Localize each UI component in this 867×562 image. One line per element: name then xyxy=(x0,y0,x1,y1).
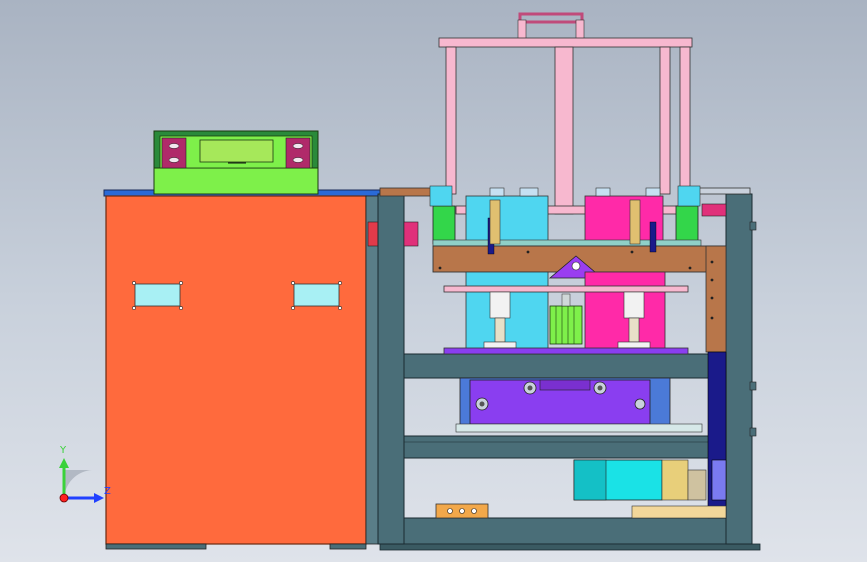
guide-plate-top-strip xyxy=(432,239,702,247)
left-column xyxy=(377,193,405,545)
pink-handle-stem-right xyxy=(575,19,585,41)
purple-bottom-plate xyxy=(443,347,689,355)
z-axis-label: Z xyxy=(104,486,111,497)
cabinet-foot-right xyxy=(329,543,367,550)
pink-top-bar xyxy=(438,37,693,48)
base-foot xyxy=(379,543,761,551)
pink-handle xyxy=(518,12,584,24)
pink-leg-2 xyxy=(554,46,574,215)
piston-left-rod xyxy=(494,317,506,343)
pink-upper-plate xyxy=(443,285,689,293)
top-bracket-left xyxy=(379,187,436,197)
top-bracket-right xyxy=(693,187,751,195)
cabinet-side-red xyxy=(367,221,379,247)
display-bracket-left xyxy=(161,137,187,169)
lower-die-base xyxy=(455,423,703,433)
pink-leg-4 xyxy=(679,46,691,195)
display-base xyxy=(153,167,319,195)
motor-mount-plate xyxy=(631,505,727,519)
pink-handle-stem-left xyxy=(517,19,527,41)
display-panel xyxy=(153,130,319,195)
punch-module xyxy=(443,271,689,355)
lower-beam xyxy=(403,435,727,459)
triad-arc xyxy=(64,470,92,498)
cyan-block-left xyxy=(465,195,549,243)
y-axis-label: Y xyxy=(59,445,67,456)
middle-beam xyxy=(403,353,727,379)
display-bracket-right xyxy=(285,137,311,169)
cabinet-side-panel xyxy=(365,195,379,545)
control-cabinet xyxy=(103,189,381,550)
brown-side-bar xyxy=(705,245,727,353)
piston-left xyxy=(489,291,511,319)
motor-end-cap xyxy=(573,459,607,501)
display-screen xyxy=(199,139,274,163)
piston-right-rod xyxy=(628,317,640,343)
pink-leg-1 xyxy=(445,46,457,195)
cabinet-foot-left xyxy=(105,543,207,550)
cabinet-body xyxy=(105,195,367,545)
foot-bracket xyxy=(435,503,489,519)
right-column xyxy=(725,193,753,545)
y-axis-arrow xyxy=(59,458,69,468)
piston-right xyxy=(623,291,645,319)
base-plate xyxy=(379,517,751,545)
vent-window-left xyxy=(134,283,181,307)
green-block-right xyxy=(675,205,699,245)
cad-assembly-view: Y Z xyxy=(59,12,761,551)
motor-assembly xyxy=(573,459,727,519)
pink-leg-3 xyxy=(659,46,671,195)
green-block-left xyxy=(432,205,456,245)
lower-die xyxy=(455,377,703,433)
triad-origin xyxy=(59,493,69,503)
coordinate-triad: Y Z xyxy=(59,445,111,503)
pink-lifting-frame xyxy=(438,12,693,215)
z-axis-arrow xyxy=(94,493,104,503)
vent-window-right xyxy=(293,283,340,307)
green-spring-gear xyxy=(549,305,583,345)
motor-gearbox xyxy=(661,459,689,501)
